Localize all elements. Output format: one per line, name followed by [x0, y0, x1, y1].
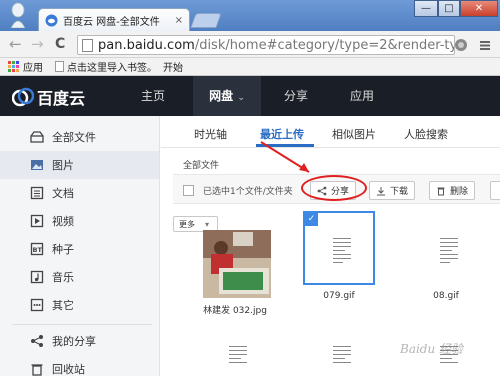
sidebar-item-label: 全部文件: [52, 131, 96, 144]
music-icon: [30, 270, 44, 284]
file-name[interactable]: 08.gif: [406, 291, 486, 301]
apps-bookmark[interactable]: 应用: [8, 59, 43, 74]
baidu-cloud-logo[interactable]: 百度云: [12, 85, 85, 109]
trash-icon: [31, 364, 43, 376]
sidebar-item-label: 视频: [52, 215, 74, 228]
svg-text:BT: BT: [33, 246, 43, 254]
file-thumbnail-photo[interactable]: [203, 230, 271, 298]
apps-grid-icon: [8, 61, 19, 72]
import-bookmarks-label: 点击这里导入书签。: [67, 63, 157, 74]
browser-toolbar: ← → C pan.baidu.com/disk/home#category/t…: [0, 31, 500, 58]
sidebar-item-label: 图片: [52, 159, 74, 172]
sidebar-item-torrents[interactable]: BT 种子: [0, 235, 159, 263]
sidebar-item-label: 其它: [52, 299, 74, 312]
logo-text: 百度云: [37, 89, 86, 108]
sidebar-item-recycle-bin[interactable]: 回收站: [0, 355, 159, 383]
bookmarks-bar: 应用 点击这里导入书签。 开始: [0, 58, 500, 76]
chevron-down-icon: ▾: [205, 219, 210, 229]
baidu-cloud-logo-icon: [12, 87, 34, 107]
document-preview-icon: [333, 238, 351, 266]
baidu-cloud-favicon-icon: [45, 14, 58, 26]
files-icon: [30, 131, 44, 143]
sidebar-item-all-files[interactable]: 全部文件: [0, 123, 159, 151]
sidebar-item-documents[interactable]: 文档: [0, 179, 159, 207]
photo-thumbnail-image: [203, 230, 271, 298]
file-thumbnail-document[interactable]: [307, 324, 375, 392]
sidebar-item-videos[interactable]: 视频: [0, 207, 159, 235]
sidebar-item-label: 种子: [52, 243, 74, 256]
delete-button-label: 删除: [450, 187, 469, 197]
extension-globe-icon[interactable]: [454, 38, 468, 52]
breadcrumb[interactable]: 全部文件: [183, 158, 219, 171]
profile-avatar-icon[interactable]: [9, 2, 27, 28]
trash-icon: [437, 187, 445, 195]
file-thumbnail-document[interactable]: [414, 216, 482, 284]
document-preview-icon: [440, 238, 458, 266]
nav-apps[interactable]: 应用: [332, 76, 392, 116]
select-all-checkbox[interactable]: [183, 185, 194, 196]
file-name[interactable]: 林建发 032.jpg: [195, 303, 275, 316]
document-preview-icon: [333, 346, 351, 366]
sidebar-item-my-shares[interactable]: 我的分享: [0, 327, 159, 355]
file-name[interactable]: 079.gif: [299, 291, 379, 301]
back-button[interactable]: ←: [9, 36, 22, 52]
baidu-header: 百度云 主页 网盘 ⌄ 分享 应用: [0, 76, 500, 116]
sidebar-item-label: 我的分享: [52, 335, 96, 348]
url-text: pan.baidu.com/disk/home#category/type=2&…: [98, 37, 454, 53]
nav-share[interactable]: 分享: [266, 76, 326, 116]
image-icon: [31, 160, 43, 170]
apps-label: 应用: [23, 63, 43, 74]
video-icon: [30, 214, 44, 228]
download-button[interactable]: 下载: [369, 181, 416, 200]
sidebar-item-label: 回收站: [52, 363, 85, 376]
sidebar-divider: [12, 324, 152, 325]
document-preview-icon: [229, 346, 247, 366]
menu-icon[interactable]: [478, 38, 492, 52]
nav-home[interactable]: 主页: [123, 76, 183, 116]
tab-timeline[interactable]: 时光轴: [194, 126, 227, 142]
annotation-highlight-ellipse: [301, 175, 367, 201]
tab-title: 百度云 网盘-全部文件: [63, 16, 160, 28]
window-maximize-button[interactable]: □: [438, 0, 460, 17]
tab-close-icon[interactable]: ×: [175, 15, 183, 26]
start-label: 开始: [163, 63, 183, 74]
selection-count-text: 已选中1个文件/文件夹: [203, 187, 293, 197]
sidebar: 全部文件 图片 文档 视频 BT 种子 音乐 其它 我的分享 回收站: [0, 116, 160, 376]
other-icon: [30, 298, 44, 312]
document-icon: [30, 186, 44, 200]
browser-tab-active[interactable]: 百度云 网盘-全部文件 ×: [38, 8, 190, 31]
nav-netdisk[interactable]: 网盘 ⌄: [193, 76, 261, 116]
download-button-label: 下载: [390, 187, 409, 197]
download-icon: [377, 186, 385, 195]
main-content: 时光轴 最近上传 相似图片 人脸搜索 全部文件 已选中1个文件/文件夹 分享 下…: [161, 116, 500, 376]
sidebar-item-label: 音乐: [52, 271, 74, 284]
watermark: Baidu 经验: [400, 342, 464, 356]
reload-button[interactable]: C: [55, 36, 65, 52]
tab-face-search[interactable]: 人脸搜索: [404, 126, 448, 142]
sidebar-item-label: 文档: [52, 187, 74, 200]
new-tab-button[interactable]: [190, 13, 222, 28]
window-minimize-button[interactable]: —: [414, 0, 438, 17]
chevron-down-icon: ⌄: [237, 93, 245, 103]
sidebar-item-images[interactable]: 图片: [0, 151, 159, 179]
file-thumbnail-document[interactable]: [307, 216, 375, 284]
annotation-arrow-icon: [260, 141, 310, 173]
address-bar[interactable]: pan.baidu.com/disk/home#category/type=2&…: [77, 35, 455, 55]
share-icon: [31, 335, 43, 347]
sidebar-item-other[interactable]: 其它: [0, 291, 159, 319]
delete-button[interactable]: 删除: [429, 181, 476, 200]
page-icon: [55, 61, 64, 72]
file-thumbnail-document[interactable]: [203, 324, 271, 392]
start-link[interactable]: 开始: [163, 59, 183, 74]
more-actions-button[interactable]: [490, 181, 500, 200]
more-label: 更多: [179, 219, 195, 229]
forward-button[interactable]: →: [31, 36, 44, 52]
sidebar-item-music[interactable]: 音乐: [0, 263, 159, 291]
page-icon: [82, 38, 93, 52]
import-bookmarks-link[interactable]: 点击这里导入书签。: [55, 59, 157, 74]
torrent-icon: BT: [30, 242, 44, 256]
browser-tabstrip: 百度云 网盘-全部文件 × — □ ✕: [0, 0, 500, 31]
window-close-button[interactable]: ✕: [460, 0, 498, 17]
